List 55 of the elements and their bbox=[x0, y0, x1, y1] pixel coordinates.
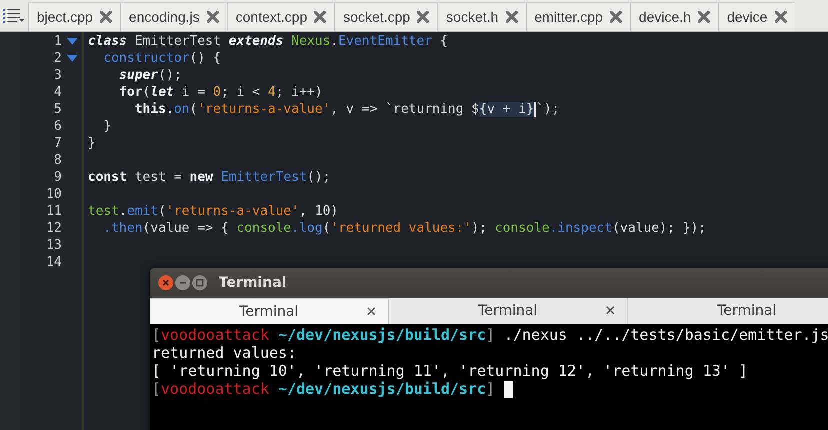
line-number: 7 bbox=[54, 136, 62, 151]
maximize-window-icon[interactable] bbox=[192, 275, 208, 291]
line-number: 6 bbox=[54, 119, 62, 134]
file-tab[interactable]: emitter.cpp bbox=[526, 2, 630, 31]
close-icon[interactable] bbox=[610, 11, 622, 23]
terminal-line: returned values: bbox=[152, 344, 296, 362]
code-line: } bbox=[88, 135, 96, 152]
terminal-tab[interactable]: Terminal bbox=[150, 298, 389, 324]
line-number: 1 bbox=[54, 34, 62, 49]
minimize-window-icon[interactable] bbox=[175, 275, 191, 291]
code-line: class EmitterTest extends Nexus.EventEmitter { bbox=[88, 33, 448, 50]
terminal-cursor bbox=[504, 380, 514, 398]
line-number: 14 bbox=[46, 255, 62, 270]
close-icon[interactable] bbox=[100, 11, 112, 23]
window-title: Terminal bbox=[219, 275, 287, 291]
file-tab[interactable]: socket.cpp bbox=[334, 2, 438, 31]
close-icon[interactable] bbox=[417, 11, 430, 23]
line-number: 5 bbox=[54, 102, 62, 117]
code-line: this.on('returns-a-value', v => `returning ${v + i}`); bbox=[134, 101, 560, 118]
close-icon[interactable] bbox=[367, 307, 376, 316]
code-line: test.emit('returns-a-value', 10) bbox=[88, 203, 338, 220]
code-line: constructor() { bbox=[102, 50, 222, 67]
line-number: 11 bbox=[46, 204, 62, 219]
code-line: } bbox=[102, 118, 112, 135]
file-tab[interactable]: bject.cpp bbox=[28, 2, 120, 31]
file-tab[interactable]: device bbox=[718, 2, 795, 31]
line-number: 12 bbox=[46, 221, 62, 236]
close-icon[interactable] bbox=[698, 11, 710, 23]
line-number: 9 bbox=[54, 170, 62, 185]
code-line: const test = new EmitterTest(); bbox=[88, 169, 331, 186]
close-icon[interactable] bbox=[774, 11, 787, 23]
line-number: 10 bbox=[46, 187, 62, 202]
close-icon[interactable] bbox=[206, 11, 219, 23]
line-number: 3 bbox=[54, 68, 62, 83]
terminal-line: [ 'returning 10', 'returning 11', 'returning 12', 'returning 13' ] bbox=[152, 362, 748, 380]
line-number: 13 bbox=[46, 238, 62, 253]
file-tab[interactable]: context.cpp bbox=[226, 2, 334, 31]
fold-arrow-icon[interactable] bbox=[66, 55, 78, 62]
file-tab[interactable]: device.h bbox=[630, 2, 718, 31]
code-line: for(let i = 0; i < 4; i++) bbox=[118, 84, 323, 101]
terminal-line: [voodooattack ~/dev/nexusjs/build/src] bbox=[152, 380, 496, 398]
close-window-icon[interactable] bbox=[158, 275, 174, 291]
terminal-line: [voodooattack ~/dev/nexusjs/build/src] ./nexus ../../tests/basic/emitter.js bbox=[152, 326, 828, 344]
close-icon[interactable] bbox=[606, 306, 615, 315]
line-number: 2 bbox=[54, 51, 62, 66]
code-line: .then(value => { console.log('returned values:'); console.inspect(value); }); bbox=[102, 220, 706, 237]
fold-arrow-icon[interactable] bbox=[66, 38, 78, 45]
code-line: super(); bbox=[118, 67, 182, 84]
tab-list-icon[interactable] bbox=[3, 8, 25, 24]
close-icon[interactable] bbox=[506, 11, 518, 23]
close-icon[interactable] bbox=[314, 11, 326, 23]
file-tab[interactable]: encoding.js bbox=[120, 2, 227, 31]
line-number: 4 bbox=[54, 85, 62, 100]
line-number: 8 bbox=[54, 153, 62, 168]
file-tab[interactable]: socket.h bbox=[437, 2, 526, 31]
